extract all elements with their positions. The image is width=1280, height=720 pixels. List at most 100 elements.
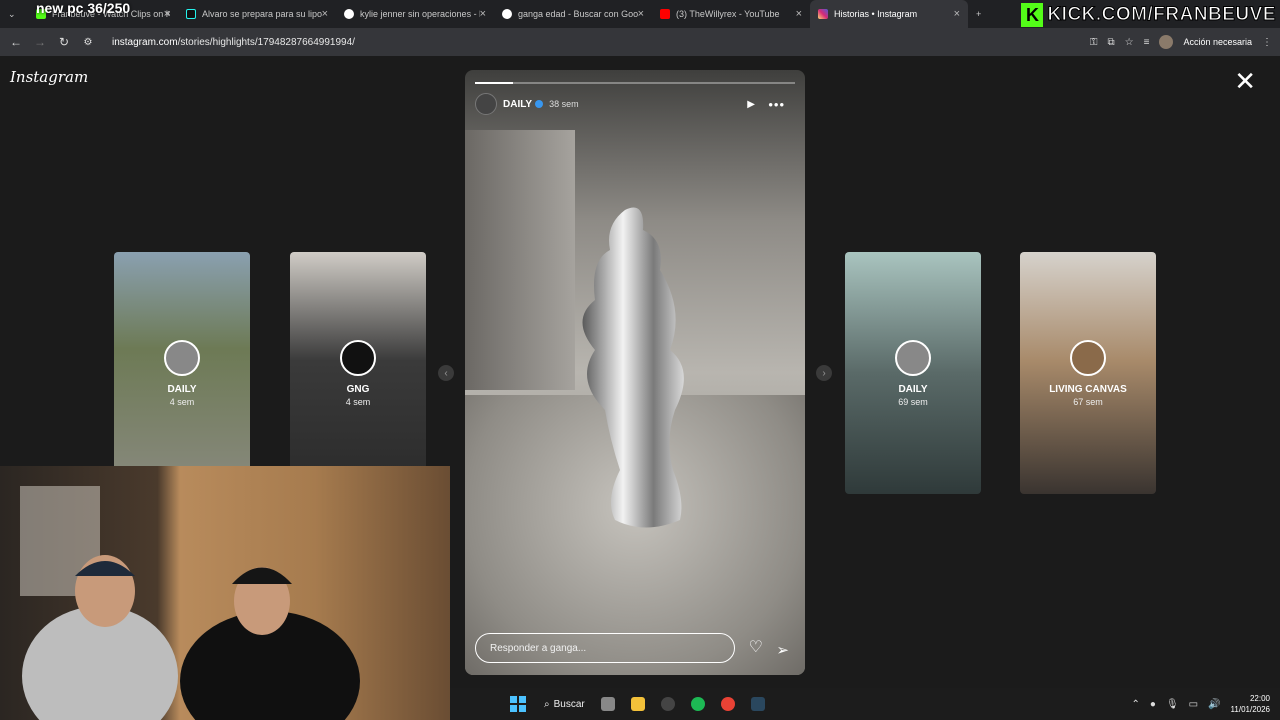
more-options-icon[interactable]: ••• [768,97,785,112]
story-username[interactable]: DAILY [503,99,532,110]
highlight-time: 4 sem [345,397,371,407]
highlight-time: 67 sem [1073,397,1103,407]
play-icon[interactable]: ▶ [747,99,755,110]
toolbar-right: ⚿ ⧉ ☆ ≡ Acción necesaria ⋮ [1090,28,1272,56]
webcam-people-image [20,486,360,720]
close-tab-icon[interactable]: × [164,8,170,20]
highlight-name: DAILY [898,384,928,395]
tab-label: Historias • Instagram [834,9,918,19]
plus-icon: + [976,9,982,19]
clock-time: 22:00 [1249,694,1270,703]
close-tab-icon[interactable]: × [638,8,644,20]
steam-icon[interactable] [750,697,765,711]
task-view-icon[interactable] [600,697,615,711]
prev-story-chevron-icon[interactable]: ‹ [438,365,454,381]
instagram-logo[interactable]: Instagram [10,68,88,86]
webcam-overlay [0,466,450,720]
new-tab-button[interactable]: + [968,0,992,28]
tab-instagram[interactable]: Historias • Instagram × [810,0,968,28]
spotify-icon[interactable] [690,697,705,711]
google-favicon-icon [344,9,354,19]
tab-tiktok[interactable]: Alvaro se prepara para su lipos × [178,0,336,28]
tray-app-icon[interactable]: ● [1150,699,1156,710]
close-tab-icon[interactable]: × [796,8,802,20]
highlight-card-living-canvas[interactable]: LIVING CANVAS 67 sem [1020,252,1156,494]
tab-youtube[interactable]: (3) TheWillyrex - YouTube × [652,0,810,28]
chrome-sculpture-image [582,207,684,528]
password-key-icon[interactable]: ⚿ [1090,37,1098,48]
send-icon[interactable]: ➢ [776,641,789,659]
url-field[interactable]: instagram.com/stories/highlights/1794828… [112,37,355,48]
profile-avatar[interactable] [1159,35,1174,49]
youtube-favicon-icon [660,9,670,19]
highlight-card-daily-2[interactable]: DAILY 69 sem [845,252,981,494]
story-background-wall [465,130,575,390]
instagram-favicon-icon [818,9,828,19]
highlight-avatar [340,340,376,376]
verified-badge-icon [535,100,544,108]
tab-label: Alvaro se prepara para su lipos [202,9,322,19]
highlight-card-daily[interactable]: DAILY 4 sem [114,252,250,494]
network-icon[interactable]: ▭ [1189,699,1198,710]
highlight-time: 4 sem [169,397,195,407]
media-controls-icon[interactable]: ≡ [1144,37,1150,48]
story-header: DAILY 38 sem ▶ ••• [475,92,795,116]
highlight-card-gng[interactable]: GNG 4 sem [290,252,426,494]
story-timestamp: 38 sem [549,99,579,109]
close-icon[interactable]: ✕ [1234,68,1256,94]
tab-list-button[interactable]: ⌄ [0,0,28,28]
taskbar-search-button[interactable]: ⌕ Buscar [544,699,585,710]
stream-counter-overlay: new pc 36/250 [36,0,131,16]
tab-google-kylie[interactable]: kylie jenner sin operaciones - B × [336,0,494,28]
kick-overlay-text: KICK.COM/FRANBEUVE [1047,4,1276,26]
story-progress-bar [475,82,795,84]
highlight-avatar [164,340,200,376]
highlight-name: LIVING CANVAS [1049,384,1127,395]
obs-icon[interactable] [660,697,675,711]
windows-taskbar: ⌕ Buscar ⌃ ● 🎙 ▭ 🔊 22:00 11/01/2026 [450,688,1280,720]
like-heart-icon[interactable]: ♡ [749,637,763,657]
microphone-icon[interactable]: 🎙 [1166,699,1179,710]
story-viewer[interactable]: DAILY 38 sem ▶ ••• Responder a ganga... … [465,70,805,675]
tab-label: (3) TheWillyrex - YouTube [676,9,780,19]
site-info-icon[interactable]: ⚙ [76,37,100,48]
chrome-icon[interactable] [720,697,735,711]
tab-label: kylie jenner sin operaciones - B [360,9,480,19]
chevron-up-icon[interactable]: ⌃ [1132,699,1140,710]
action-needed-button[interactable]: Acción necesaria [1183,37,1252,47]
bookmark-star-icon[interactable]: ☆ [1125,37,1134,48]
highlight-name: DAILY [167,384,197,395]
highlight-avatar [895,340,931,376]
close-tab-icon[interactable]: × [480,8,486,20]
search-icon: ⌕ [544,698,550,710]
address-bar-row: ← → ↻ ⚙ instagram.com/stories/highlights… [0,28,1280,56]
reload-icon[interactable]: ↻ [52,35,76,49]
close-tab-icon[interactable]: × [954,8,960,20]
taskbar-clock[interactable]: 22:00 11/01/2026 [1231,693,1270,715]
windows-start-icon[interactable] [510,696,526,712]
reply-input[interactable]: Responder a ganga... [475,633,735,663]
kick-overlay: K KICK.COM/FRANBEUVE [1021,2,1276,28]
google-favicon-icon [502,9,512,19]
kebab-menu-icon[interactable]: ⋮ [1262,37,1272,48]
tab-label: ganga edad - Buscar con Google [518,9,638,19]
next-story-chevron-icon[interactable]: › [816,365,832,381]
url-host: instagram.com [112,36,178,48]
story-progress-fill [475,82,514,84]
highlight-name: GNG [346,384,370,395]
chevron-down-icon: ⌄ [8,8,16,19]
story-avatar[interactable] [475,93,497,115]
install-app-icon[interactable]: ⧉ [1108,37,1115,48]
url-path: /stories/highlights/17948287664991994/ [177,36,355,48]
close-tab-icon[interactable]: × [322,8,328,20]
system-tray: ⌃ ● 🎙 ▭ 🔊 22:00 11/01/2026 [1132,688,1271,720]
clock-date: 11/01/2026 [1230,705,1270,714]
forward-icon[interactable]: → [28,35,52,49]
highlight-avatar [1070,340,1106,376]
speaker-icon[interactable]: 🔊 [1208,699,1220,710]
tab-google-ganga[interactable]: ganga edad - Buscar con Google × [494,0,652,28]
file-explorer-icon[interactable] [630,697,645,711]
taskbar-search-label: Buscar [553,698,585,710]
highlight-time: 69 sem [898,397,928,407]
back-icon[interactable]: ← [4,35,28,49]
